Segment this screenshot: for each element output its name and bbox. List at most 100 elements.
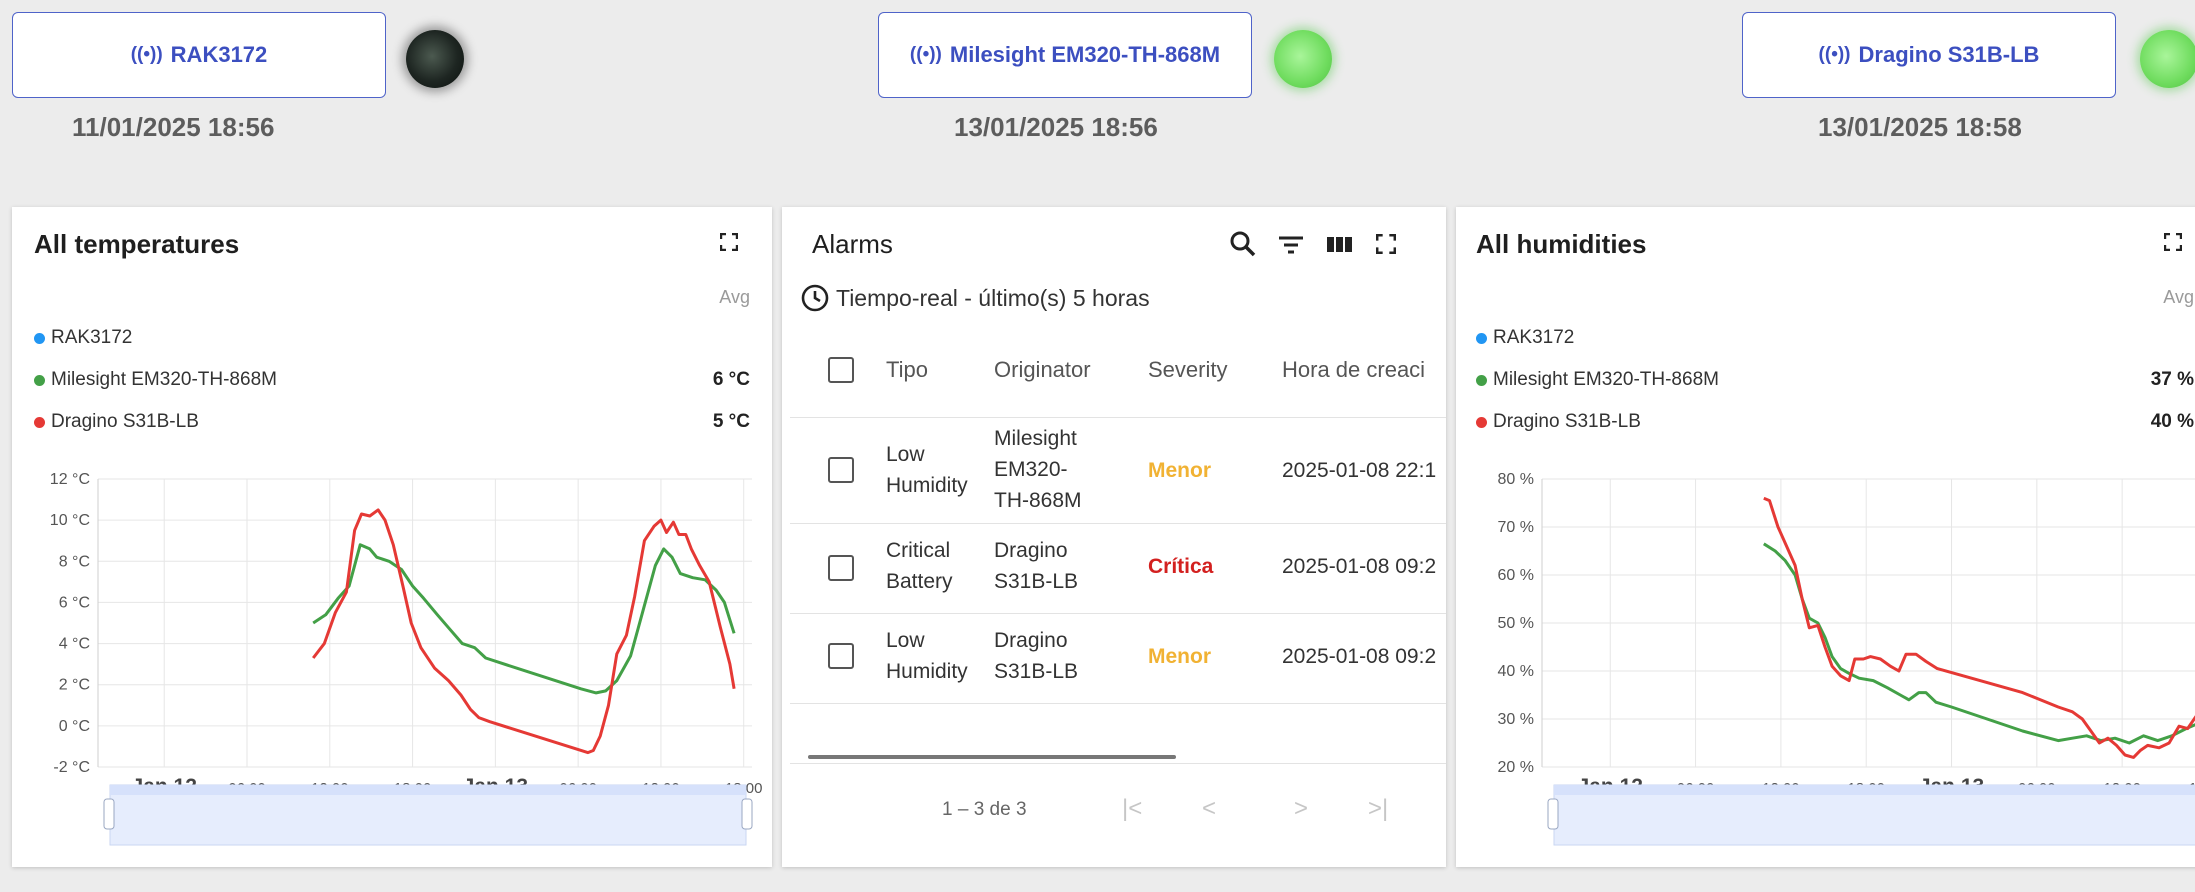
legend-color-dot xyxy=(34,416,45,428)
legend-label: Dragino S31B-LB xyxy=(51,411,199,432)
legend-item-rak3172[interactable]: RAK3172 xyxy=(1476,327,1574,349)
y-tick-label: 2 °C xyxy=(59,677,90,694)
columns-icon[interactable] xyxy=(1324,229,1354,259)
slider-handle-right xyxy=(741,798,753,830)
slider-handle-left xyxy=(1547,798,1559,830)
legend-avg-value: 37 % xyxy=(2150,369,2194,390)
device-button-dragino[interactable]: ((•)) Dragino S31B-LB xyxy=(1742,12,2116,98)
legend-label: Milesight EM320-TH-868M xyxy=(51,369,277,390)
y-tick-label: 20 % xyxy=(1498,759,1534,776)
legend-avg-value: 40 % xyxy=(2150,411,2194,432)
time-range-slider[interactable] xyxy=(100,779,760,849)
humidity-chart: 80 %70 %60 %50 %40 %30 %20 %Jan 1206:001… xyxy=(1498,471,2195,797)
avg-column-label: Avg xyxy=(719,287,750,307)
device-name: Dragino S31B-LB xyxy=(1858,42,2040,67)
y-tick-label: 60 % xyxy=(1498,567,1534,584)
next-page-button[interactable]: > xyxy=(1294,795,1308,823)
status-led-online xyxy=(2140,30,2195,88)
y-tick-label: 0 °C xyxy=(59,718,90,735)
status-led-online xyxy=(1274,30,1332,88)
alarms-widget: Alarms Tiempo-real - último(s) 5 horas T… xyxy=(782,207,1446,867)
device-last-seen: 13/01/2025 18:56 xyxy=(954,112,1158,142)
alarm-type: Low Humidity xyxy=(886,629,968,683)
avg-column-label: Avg xyxy=(2163,287,2194,307)
clock-icon xyxy=(801,284,829,312)
legend-color-dot xyxy=(1476,374,1487,386)
fullscreen-icon[interactable] xyxy=(720,233,738,251)
legend-item-dragino[interactable]: Dragino S31B-LB xyxy=(34,411,199,433)
column-header-created-time[interactable]: Hora de creaci xyxy=(1282,357,1425,383)
legend-item-milesight[interactable]: Milesight EM320-TH-868M xyxy=(34,369,277,391)
device-last-seen: 13/01/2025 18:58 xyxy=(1818,112,2022,142)
divider xyxy=(790,417,1446,418)
device-button-rak3172[interactable]: ((•)) RAK3172 xyxy=(12,12,386,98)
alarm-type: Critical Battery xyxy=(886,539,953,593)
device-last-seen: 11/01/2025 18:56 xyxy=(72,112,275,142)
series-line xyxy=(312,543,736,695)
alarm-originator: Dragino S31B-LB xyxy=(994,629,1079,683)
signal-icon: ((•)) xyxy=(909,44,942,65)
divider xyxy=(790,523,1446,524)
legend-label: RAK3172 xyxy=(1493,327,1575,348)
row-checkbox[interactable] xyxy=(828,457,854,483)
search-icon[interactable] xyxy=(1228,229,1258,259)
legend-color-dot xyxy=(1476,332,1487,344)
divider xyxy=(790,703,1446,704)
select-all-checkbox[interactable] xyxy=(828,357,854,383)
series-line xyxy=(1762,542,2195,745)
column-header-severity[interactable]: Severity xyxy=(1148,357,1227,383)
legend-color-dot xyxy=(34,374,45,386)
fullscreen-icon[interactable] xyxy=(1376,234,1396,254)
legend-color-dot xyxy=(34,332,45,344)
alarm-created-time: 2025-01-08 09:2 xyxy=(1282,555,1437,578)
signal-icon: ((•)) xyxy=(130,44,163,65)
alarm-created-time: 2025-01-08 22:1 xyxy=(1282,459,1437,482)
column-header-tipo[interactable]: Tipo xyxy=(886,357,928,383)
alarm-severity: Crítica xyxy=(1148,555,1214,578)
y-tick-label: 8 °C xyxy=(59,553,90,570)
slider-handle-left xyxy=(103,798,115,830)
legend-avg-value: 5 °C xyxy=(712,411,750,432)
alarm-originator: Milesight EM320- TH-868M xyxy=(994,427,1082,512)
column-header-originator[interactable]: Originator xyxy=(994,357,1091,383)
y-tick-label: 30 % xyxy=(1498,711,1534,728)
alarm-severity: Menor xyxy=(1148,459,1211,482)
temperature-chart: 12 °C10 °C8 °C6 °C4 °C2 °C0 °C-2 °CJan 1… xyxy=(50,471,763,797)
divider xyxy=(790,613,1446,614)
legend-item-milesight[interactable]: Milesight EM320-TH-868M xyxy=(1476,369,1719,391)
first-page-button[interactable]: |< xyxy=(1122,795,1142,823)
legend-label: Dragino S31B-LB xyxy=(1493,411,1641,432)
row-checkbox[interactable] xyxy=(828,643,854,669)
legend-item-rak3172[interactable]: RAK3172 xyxy=(34,327,132,349)
alarm-originator: Dragino S31B-LB xyxy=(994,539,1079,593)
signal-icon: ((•)) xyxy=(1818,44,1851,65)
filter-icon[interactable] xyxy=(1276,229,1306,259)
alarm-severity: Menor xyxy=(1148,645,1211,668)
legend-label: RAK3172 xyxy=(51,327,133,348)
humidity-widget: All humidities Avg RAK3172 Milesight EM3… xyxy=(1456,207,2195,867)
legend-item-dragino[interactable]: Dragino S31B-LB xyxy=(1476,411,1641,433)
horizontal-scrollbar[interactable] xyxy=(808,755,1176,759)
device-button-milesight[interactable]: ((•)) Milesight EM320-TH-868M xyxy=(878,12,1252,98)
widget-title: Alarms xyxy=(812,229,893,259)
fullscreen-icon[interactable] xyxy=(2164,233,2182,251)
time-window-selector[interactable]: Tiempo-real - último(s) 5 horas xyxy=(800,283,1150,313)
divider xyxy=(790,763,1446,764)
last-page-button[interactable]: >| xyxy=(1368,795,1388,823)
legend-color-dot xyxy=(1476,416,1487,428)
row-checkbox[interactable] xyxy=(828,555,854,581)
alarm-created-time: 2025-01-08 09:2 xyxy=(1282,645,1437,668)
time-range-slider[interactable] xyxy=(1544,779,2195,849)
y-tick-label: 80 % xyxy=(1498,471,1534,488)
widget-title: All humidities xyxy=(1476,229,1647,259)
y-tick-label: 6 °C xyxy=(59,594,90,611)
temperature-widget: All temperatures Avg RAK3172 Milesight E… xyxy=(12,207,772,867)
pagination-range: 1 – 3 de 3 xyxy=(942,799,1027,820)
legend-label: Milesight EM320-TH-868M xyxy=(1493,369,1719,390)
y-tick-label: 50 % xyxy=(1498,615,1534,632)
y-tick-label: 4 °C xyxy=(59,636,90,653)
prev-page-button[interactable]: < xyxy=(1202,795,1216,823)
device-name: RAK3172 xyxy=(170,42,268,67)
y-tick-label: 12 °C xyxy=(50,471,90,488)
widget-title: All temperatures xyxy=(34,229,240,259)
